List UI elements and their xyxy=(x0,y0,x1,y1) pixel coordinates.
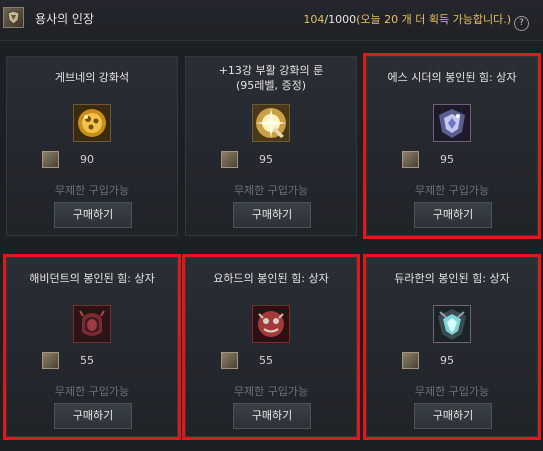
shop-item-card: 요하드의 봉인된 힘: 상자 55 무제한 구입가능 구매하기 xyxy=(182,254,360,440)
buy-button[interactable]: 구매하기 xyxy=(233,403,311,429)
item-name: 요하드의 봉인된 힘: 상자 xyxy=(213,272,329,285)
help-icon[interactable]: ? xyxy=(514,16,529,31)
item-price: 90 xyxy=(80,153,94,166)
demon-face-icon[interactable] xyxy=(252,305,290,343)
availability-label: 무제한 구입가능 xyxy=(414,385,490,398)
shop-item-card: 게브네의 강화석 90 무제한 구입가능 구매하기 xyxy=(6,56,178,236)
page-title: 용사의 인장 xyxy=(35,12,95,26)
availability-label: 무제한 구입가능 xyxy=(233,184,309,197)
shop-item-card: 에스 시더의 봉인된 힘: 상자 95 무제한 구입가능 구매하기 xyxy=(363,53,541,239)
item-price: 95 xyxy=(440,354,454,367)
availability-label: 무제한 구입가능 xyxy=(233,385,309,398)
shop-item-card: 듀라한의 봉인된 힘: 상자 95 무제한 구입가능 구매하기 xyxy=(363,254,541,440)
daily-limit-note: (오늘 20 개 더 획득 가능합니다.) xyxy=(356,13,511,26)
item-price: 95 xyxy=(440,153,454,166)
item-name: +13강 부활 강화의 룬 (95레벨, 증정) xyxy=(186,63,356,93)
buy-button[interactable]: 구매하기 xyxy=(233,202,311,228)
item-name-line1: +13강 부활 강화의 룬 xyxy=(218,64,324,77)
item-name: 듀라한의 봉인된 힘: 상자 xyxy=(394,272,510,285)
seal-currency-icon xyxy=(221,352,238,369)
availability-label: 무제한 구입가능 xyxy=(414,184,490,197)
availability-label: 무제한 구입가능 xyxy=(54,385,130,398)
buy-button[interactable]: 구매하기 xyxy=(414,403,492,429)
item-price: 55 xyxy=(259,354,273,367)
item-name: 에스 시더의 봉인된 힘: 상자 xyxy=(387,71,517,84)
item-name-line2: (95레벨, 증정) xyxy=(235,79,307,92)
seal-currency-icon xyxy=(402,151,419,168)
golden-orb-icon[interactable] xyxy=(73,104,111,142)
seal-currency-icon xyxy=(42,151,59,168)
shop-header: 용사의 인장 104/1000(오늘 20 개 더 획득 가능합니다.)? xyxy=(0,0,543,41)
item-name: 해비던트의 봉인된 힘: 상자 xyxy=(29,272,155,285)
seal-currency-icon xyxy=(221,151,238,168)
seal-icon xyxy=(3,7,24,28)
sealed-crest-icon[interactable] xyxy=(433,104,471,142)
red-helm-icon[interactable] xyxy=(73,305,111,343)
seal-currency-icon xyxy=(42,352,59,369)
seal-currency-icon xyxy=(402,352,419,369)
availability-label: 무제한 구입가능 xyxy=(54,184,130,197)
shop-item-card: +13강 부활 강화의 룬 (95레벨, 증정) 95 무제한 구입가능 구매하… xyxy=(185,56,357,236)
teal-crest-icon[interactable] xyxy=(433,305,471,343)
count-max: /1000 xyxy=(324,13,357,26)
buy-button[interactable]: 구매하기 xyxy=(54,403,132,429)
seal-count: 104/1000(오늘 20 개 더 획득 가능합니다.)? xyxy=(303,11,529,31)
buy-button[interactable]: 구매하기 xyxy=(54,202,132,228)
item-price: 55 xyxy=(80,354,94,367)
item-name: 게브네의 강화석 xyxy=(54,71,130,84)
buy-button[interactable]: 구매하기 xyxy=(414,202,492,228)
count-current: 104 xyxy=(303,13,325,26)
item-price: 95 xyxy=(259,153,273,166)
radiant-rune-icon[interactable] xyxy=(252,104,290,142)
shop-item-card: 해비던트의 봉인된 힘: 상자 55 무제한 구입가능 구매하기 xyxy=(3,254,181,440)
